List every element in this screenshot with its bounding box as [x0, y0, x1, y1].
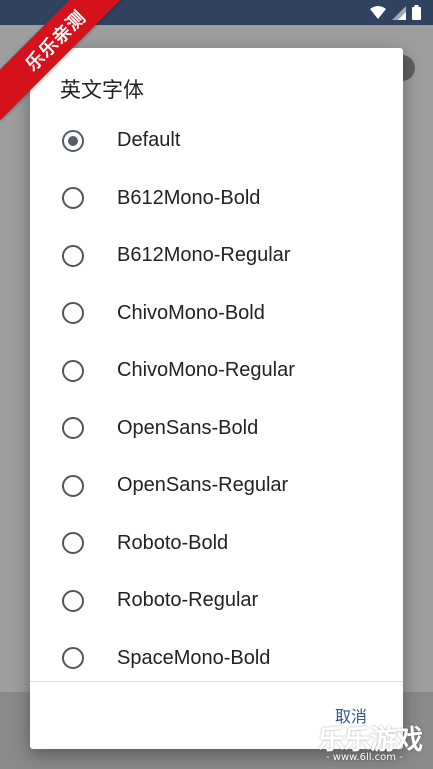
option-label: SpaceMono-Bold — [117, 646, 271, 669]
font-picker-dialog: 英文字体 Default B612Mono-Bold B612Mono-Regu… — [30, 48, 403, 749]
radio-button-selected[interactable] — [62, 129, 84, 152]
font-option-b612mono-bold[interactable]: B612Mono-Bold — [30, 170, 403, 228]
dialog-title: 英文字体 — [60, 78, 144, 102]
font-option-default[interactable]: Default — [30, 112, 403, 170]
font-option-opensans-regular[interactable]: OpenSans-Regular — [30, 457, 403, 515]
font-option-roboto-bold[interactable]: Roboto-Bold — [30, 515, 403, 573]
dialog-divider — [30, 681, 403, 682]
radio-button[interactable] — [62, 589, 84, 612]
wifi-icon — [370, 5, 386, 20]
battery-icon — [412, 5, 421, 20]
font-option-roboto-regular[interactable]: Roboto-Regular — [30, 572, 403, 630]
font-option-chivomono-bold[interactable]: ChivoMono-Bold — [30, 285, 403, 343]
radio-button[interactable] — [62, 359, 84, 382]
option-label: OpenSans-Regular — [117, 474, 289, 497]
radio-button[interactable] — [62, 647, 84, 670]
option-label: OpenSans-Bold — [117, 416, 259, 439]
radio-button[interactable] — [62, 302, 84, 325]
radio-button[interactable] — [62, 244, 84, 267]
radio-button[interactable] — [62, 532, 84, 555]
font-option-spacemono-bold[interactable]: SpaceMono-Bold — [30, 630, 403, 688]
font-option-b612mono-regular[interactable]: B612Mono-Regular — [30, 227, 403, 285]
signal-icon — [392, 5, 406, 20]
option-label: Default — [117, 129, 181, 152]
option-label: ChivoMono-Bold — [117, 301, 265, 324]
radio-button[interactable] — [62, 187, 84, 210]
option-label: B612Mono-Regular — [117, 244, 291, 267]
option-label: ChivoMono-Regular — [117, 359, 295, 382]
watermark-url: - www.6ll.com - — [326, 752, 403, 763]
font-option-opensans-bold[interactable]: OpenSans-Bold — [30, 400, 403, 458]
radio-button[interactable] — [62, 417, 84, 440]
option-label: Roboto-Bold — [117, 531, 229, 554]
site-watermark: 乐乐游戏 - www.6ll.com - — [318, 718, 433, 769]
option-label: Roboto-Regular — [117, 589, 259, 612]
font-option-list: Default B612Mono-Bold B612Mono-Regular C… — [30, 112, 403, 687]
font-option-chivomono-regular[interactable]: ChivoMono-Regular — [30, 342, 403, 400]
radio-button[interactable] — [62, 474, 84, 497]
option-label: B612Mono-Bold — [117, 186, 261, 209]
